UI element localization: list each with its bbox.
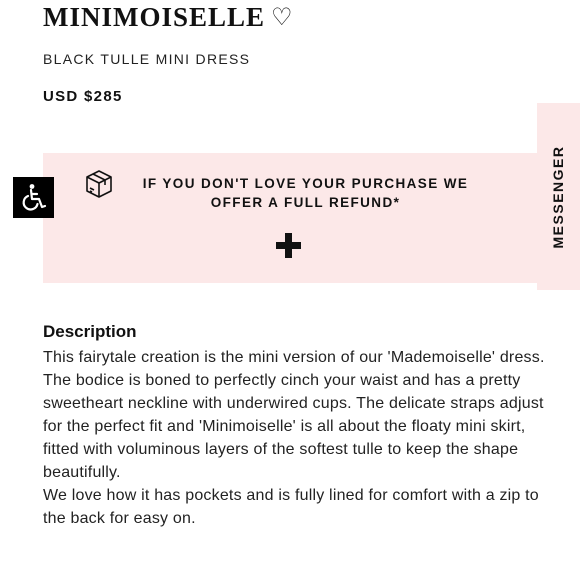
product-title: MINIMOISELLE ♡ <box>43 2 294 33</box>
refund-promo-banner: IF YOU DON'T LOVE YOUR PURCHASE WE OFFER… <box>43 153 537 283</box>
messenger-label: MESSENGER <box>550 145 566 249</box>
description-paragraph: We love how it has pockets and is fully … <box>43 487 539 527</box>
plus-icon[interactable] <box>276 233 301 258</box>
accessibility-button[interactable] <box>13 177 54 218</box>
description-text: This fairytale creation is the mini vers… <box>43 346 548 530</box>
heart-outline-icon[interactable]: ♡ <box>271 6 294 30</box>
refund-message: IF YOU DON'T LOVE YOUR PURCHASE WE OFFER… <box>142 176 469 210</box>
messenger-tab[interactable]: MESSENGER <box>537 103 580 290</box>
wheelchair-icon <box>22 184 47 211</box>
product-subtitle: BLACK TULLE MINI DRESS <box>43 51 251 67</box>
description-heading: Description <box>43 322 137 341</box>
description-paragraph: This fairytale creation is the mini vers… <box>43 349 545 481</box>
box-icon <box>86 170 112 198</box>
product-name: MINIMOISELLE <box>43 2 266 32</box>
product-price: USD $285 <box>43 88 123 105</box>
